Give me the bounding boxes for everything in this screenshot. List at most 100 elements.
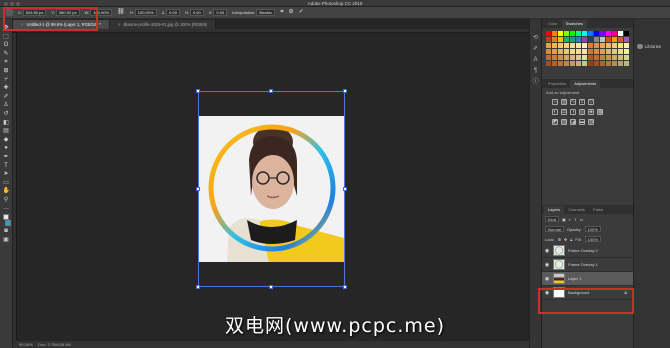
color-swatch[interactable]: [576, 49, 581, 54]
tab-properties[interactable]: Properties: [544, 80, 570, 88]
color-swatch[interactable]: [594, 31, 599, 36]
fill-field[interactable]: 100%: [584, 236, 601, 242]
color-swatch[interactable]: [546, 31, 551, 36]
lock-pixels-icon[interactable]: ⊞: [558, 237, 561, 242]
color-swatch[interactable]: [552, 49, 557, 54]
color-swatch[interactable]: [594, 49, 599, 54]
layer-row-selected[interactable]: ◉ Layer 1: [542, 272, 633, 286]
color-swatch[interactable]: [546, 55, 551, 60]
color-swatch[interactable]: [618, 37, 623, 42]
option-skew-v[interactable]: V: 0.00: [209, 9, 228, 16]
character-panel-icon[interactable]: A: [533, 57, 539, 63]
color-swatch[interactable]: [558, 43, 563, 48]
visibility-eye-icon[interactable]: ◉: [544, 248, 550, 254]
color-swatch[interactable]: [588, 61, 593, 66]
layer-name[interactable]: Frame Overlay 2: [568, 248, 598, 253]
color-swatch[interactable]: [552, 61, 557, 66]
color-swatch[interactable]: [546, 43, 551, 48]
angle-field[interactable]: 0.00: [166, 9, 180, 16]
color-swatch[interactable]: [618, 61, 623, 66]
eraser-tool-icon[interactable]: ◧: [3, 120, 10, 126]
color-swatch[interactable]: [624, 61, 629, 66]
opacity-field[interactable]: 100%: [584, 226, 601, 232]
color-swatch[interactable]: [612, 31, 617, 36]
color-swatch[interactable]: [564, 55, 569, 60]
exposure-icon[interactable]: ±: [579, 99, 585, 105]
curves-icon[interactable]: ∿: [570, 99, 576, 105]
color-swatch[interactable]: [600, 43, 605, 48]
libraries-button[interactable]: Libraries: [634, 41, 670, 52]
history-brush-icon[interactable]: ↺: [3, 111, 10, 117]
color-swatch[interactable]: [564, 61, 569, 66]
stamp-tool-icon[interactable]: ♙: [3, 102, 10, 108]
transform-handle[interactable]: [196, 285, 200, 289]
color-swatch[interactable]: [606, 43, 611, 48]
color-swatch[interactable]: [552, 55, 557, 60]
quick-select-tool-icon[interactable]: ✎: [3, 51, 10, 57]
color-swatch[interactable]: [588, 49, 593, 54]
color-lookup-icon[interactable]: ▦: [597, 109, 603, 115]
color-swatch[interactable]: [570, 61, 575, 66]
screen-mode-icon[interactable]: ▣: [3, 237, 10, 243]
tab-profile-jpg[interactable]: × dkaone-profile-2019-01.jpg @ 100% (RGB/…: [109, 20, 217, 29]
color-swatch[interactable]: [576, 37, 581, 42]
color-swatch[interactable]: [552, 43, 557, 48]
marquee-tool-icon[interactable]: ⬚: [3, 34, 10, 40]
color-swatch[interactable]: [546, 37, 551, 42]
color-swatch[interactable]: [594, 37, 599, 42]
cancel-transform-icon[interactable]: ⊘: [289, 9, 294, 16]
color-swatch[interactable]: [564, 49, 569, 54]
shape-tool-icon[interactable]: ▭: [3, 180, 10, 186]
commit-transform-icon[interactable]: ✓: [299, 9, 304, 16]
healing-tool-icon[interactable]: ✚: [3, 85, 10, 91]
color-swatch[interactable]: [576, 31, 581, 36]
color-swatch[interactable]: [582, 49, 587, 54]
layer-name[interactable]: Frame Overlay 1: [568, 262, 598, 267]
transform-handle[interactable]: [269, 285, 273, 289]
color-swatch[interactable]: [606, 55, 611, 60]
color-swatch[interactable]: [624, 31, 629, 36]
vibrance-icon[interactable]: ▽: [588, 99, 594, 105]
color-swatch[interactable]: [618, 31, 623, 36]
interpolation-select[interactable]: Bicubic: [256, 9, 276, 16]
hue-saturation-icon[interactable]: ◐: [552, 109, 558, 115]
path-select-tool-icon[interactable]: ➤: [3, 171, 10, 177]
levels-icon[interactable]: ▥: [561, 99, 567, 105]
color-swatch[interactable]: [576, 55, 581, 60]
color-swatch[interactable]: [546, 49, 551, 54]
color-swatch[interactable]: [594, 43, 599, 48]
color-swatch[interactable]: [612, 61, 617, 66]
color-swatch[interactable]: [600, 55, 605, 60]
color-swatch[interactable]: [612, 37, 617, 42]
color-swatch[interactable]: [546, 61, 551, 66]
color-swatch[interactable]: [618, 49, 623, 54]
threshold-icon[interactable]: ◪: [570, 119, 576, 125]
color-swatch[interactable]: [582, 37, 587, 42]
color-swatch[interactable]: [600, 31, 605, 36]
color-swatch[interactable]: [582, 55, 587, 60]
photo-filter-icon[interactable]: ◎: [579, 109, 585, 115]
filter-pixel-icon[interactable]: ▣: [562, 217, 566, 222]
layer-kind-filter[interactable]: Kind: [545, 216, 560, 222]
transform-handle[interactable]: [196, 187, 200, 191]
filter-shape-icon[interactable]: ▭: [580, 217, 584, 222]
option-h[interactable]: H: 100.00%: [130, 9, 157, 16]
color-swatch[interactable]: [576, 43, 581, 48]
color-swatch[interactable]: [582, 43, 587, 48]
color-swatch[interactable]: [600, 49, 605, 54]
color-swatch[interactable]: [624, 37, 629, 42]
color-swatch[interactable]: [624, 49, 629, 54]
transform-handle[interactable]: [343, 187, 347, 191]
paragraph-panel-icon[interactable]: ¶: [533, 68, 539, 74]
close-tab-icon[interactable]: ×: [118, 22, 120, 27]
color-balance-icon[interactable]: ⚖: [561, 109, 567, 115]
blur-tool-icon[interactable]: ◆: [3, 137, 10, 143]
color-swatch[interactable]: [558, 31, 563, 36]
background-color-swatch[interactable]: [5, 219, 11, 226]
color-swatch[interactable]: [624, 55, 629, 60]
color-swatch[interactable]: [600, 37, 605, 42]
tab-channels[interactable]: Channels: [564, 206, 589, 214]
lock-all-icon[interactable]: 🔒︎: [570, 237, 572, 242]
color-swatch[interactable]: [558, 61, 563, 66]
color-swatch[interactable]: [552, 31, 557, 36]
